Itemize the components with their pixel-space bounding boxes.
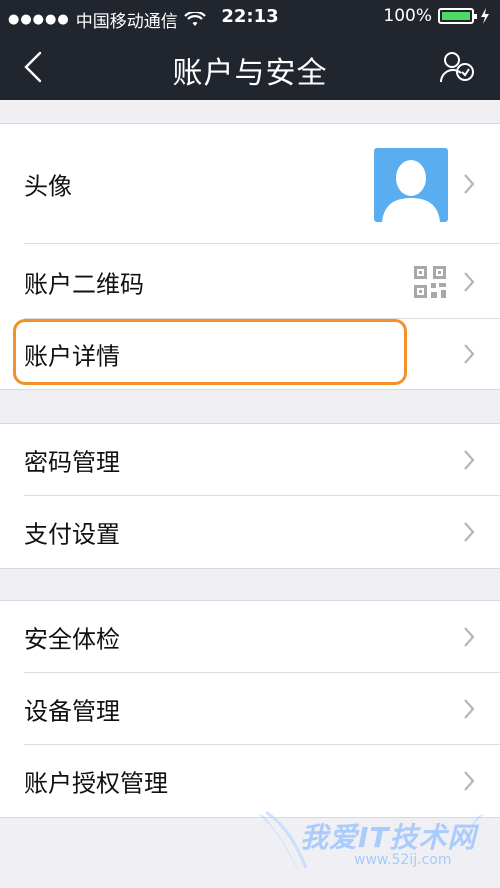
row-qr-code[interactable]: 账户二维码 bbox=[0, 244, 500, 319]
watermark: 我爱IT技术网 www.52ij.com bbox=[256, 808, 486, 882]
row-label: 设备管理 bbox=[24, 697, 120, 726]
group-security: 安全体检 设备管理 账户授权管理 bbox=[0, 600, 500, 818]
person-silhouette-icon bbox=[382, 160, 440, 222]
page-title: 账户与安全 bbox=[172, 56, 328, 91]
charging-icon bbox=[481, 8, 489, 24]
row-label: 安全体检 bbox=[24, 625, 120, 654]
watermark-url: www.52ij.com bbox=[354, 852, 452, 868]
chevron-right-icon bbox=[464, 450, 475, 470]
group-payment: 密码管理 支付设置 bbox=[0, 423, 500, 569]
row-payment-settings[interactable]: 支付设置 bbox=[0, 496, 500, 568]
status-right: 100% bbox=[383, 6, 490, 26]
row-authorization-management[interactable]: 账户授权管理 bbox=[0, 745, 500, 817]
battery-percent: 100% bbox=[383, 6, 432, 26]
nav-bar: 账户与安全 bbox=[0, 34, 500, 100]
chevron-right-icon bbox=[464, 627, 475, 647]
battery-icon bbox=[438, 8, 477, 24]
row-device-management[interactable]: 设备管理 bbox=[0, 673, 500, 745]
row-label: 账户二维码 bbox=[24, 270, 144, 298]
row-label: 支付设置 bbox=[24, 520, 120, 549]
highlight-annotation bbox=[13, 319, 407, 385]
row-security-check[interactable]: 安全体检 bbox=[0, 601, 500, 673]
chevron-right-icon bbox=[464, 174, 475, 194]
chevron-right-icon bbox=[464, 522, 475, 542]
row-password[interactable]: 密码管理 bbox=[0, 424, 500, 496]
row-label: 账户授权管理 bbox=[24, 769, 168, 798]
chevron-right-icon bbox=[464, 271, 475, 292]
row-avatar[interactable]: 头像 bbox=[0, 124, 500, 244]
qr-code-icon bbox=[414, 265, 446, 298]
chevron-right-icon bbox=[464, 699, 475, 719]
status-bar: ●●●●● 中国移动通信 22:13 100% bbox=[0, 0, 500, 34]
row-label: 密码管理 bbox=[24, 448, 120, 477]
chevron-right-icon bbox=[464, 344, 475, 364]
contacts-icon[interactable] bbox=[438, 48, 478, 86]
row-label: 头像 bbox=[24, 172, 72, 201]
chevron-right-icon bbox=[464, 771, 475, 791]
watermark-text: 我爱IT技术网 bbox=[300, 821, 477, 854]
avatar bbox=[374, 148, 448, 222]
